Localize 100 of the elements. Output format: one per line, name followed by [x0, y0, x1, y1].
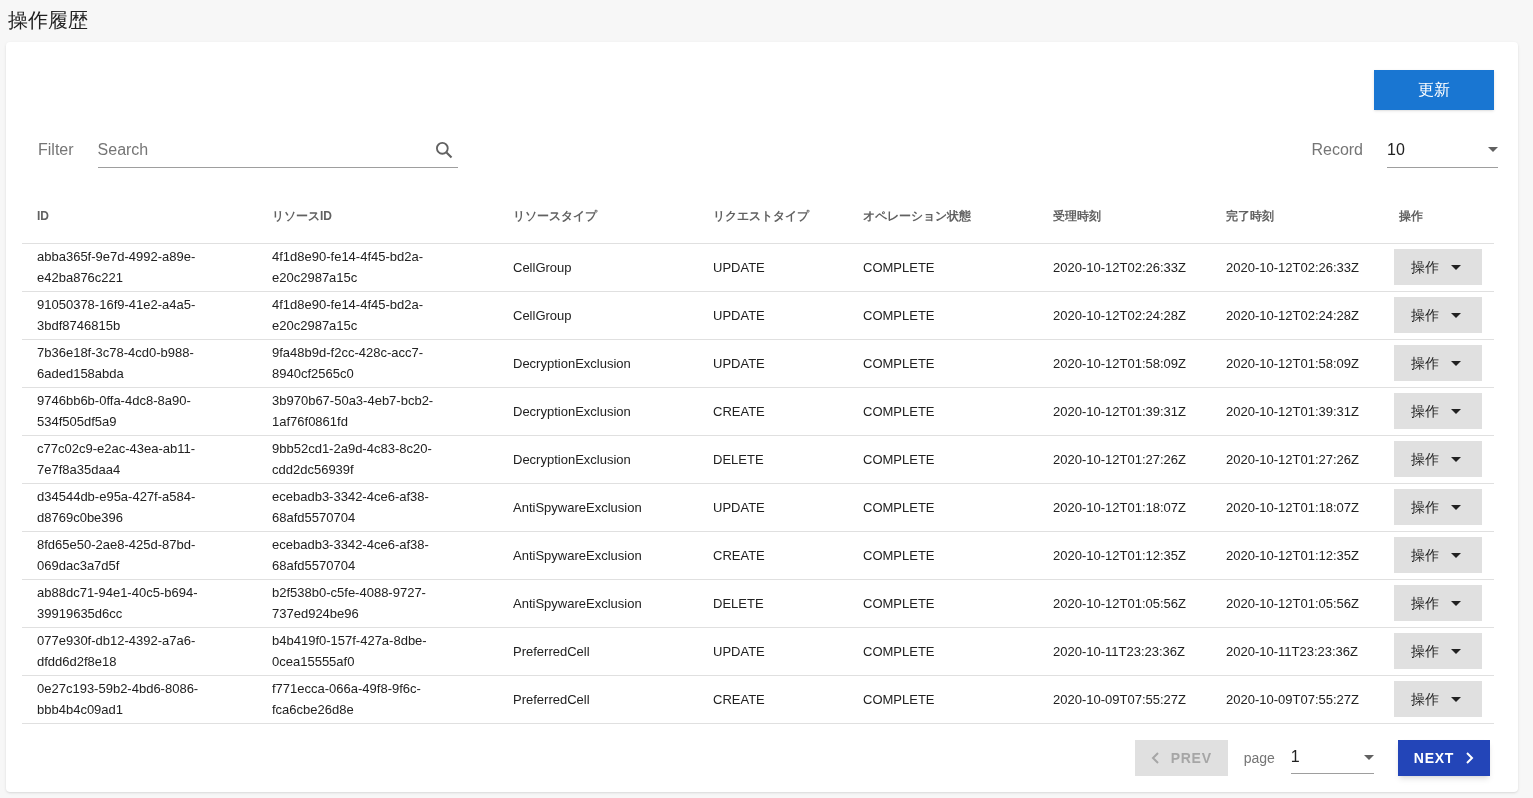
table-cell: 91050378-16f9-41e2-a4a5-3bdf8746815b	[37, 297, 196, 333]
record-select[interactable]: 10	[1387, 132, 1498, 168]
action-menu-button[interactable]: 操作	[1394, 537, 1482, 573]
table-cell: COMPLETE	[863, 595, 935, 611]
table-cell: 9bb52cd1-2a9d-4c83-8c20-cdd2dc56939f	[272, 441, 432, 477]
action-menu-button[interactable]: 操作	[1394, 345, 1482, 381]
action-menu-button[interactable]: 操作	[1394, 585, 1482, 621]
next-button[interactable]: NEXT	[1397, 739, 1490, 776]
table-cell: CellGroup	[513, 259, 572, 275]
table-cell: CREATE	[713, 691, 765, 707]
page-label: page	[1243, 748, 1275, 768]
table-cell: 2020-10-12T01:12:35Z	[1053, 547, 1186, 563]
table-cell: b4b419f0-157f-427a-8dbe-0cea15555af0	[272, 633, 427, 669]
page-select[interactable]: 1	[1290, 741, 1374, 774]
caret-icon	[1451, 360, 1461, 366]
table-cell: 2020-10-12T01:05:56Z	[1053, 595, 1186, 611]
search-field[interactable]: Search	[97, 132, 458, 168]
caret-icon	[1451, 264, 1461, 270]
table-cell: UPDATE	[713, 259, 765, 275]
table-cell: CREATE	[713, 547, 765, 563]
table-cell: COMPLETE	[863, 643, 935, 659]
caret-icon	[1451, 552, 1461, 558]
action-menu-button[interactable]: 操作	[1394, 441, 1482, 477]
table-cell: 4f1d8e90-fe14-4f45-bd2a-e20c2987a15c	[272, 297, 424, 333]
table-cell: UPDATE	[713, 355, 765, 371]
table-cell: COMPLETE	[863, 403, 935, 419]
page-title: 操作履歴	[7, 8, 89, 33]
column-header: リソースID	[272, 208, 332, 223]
table-cell: AntiSpywareExclusion	[513, 595, 642, 611]
table-cell: ecebadb3-3342-4ce6-af38-68afd5570704	[272, 489, 429, 525]
column-header: 操作	[1399, 208, 1423, 223]
table-cell: CREATE	[713, 403, 765, 419]
caret-icon	[1488, 147, 1498, 152]
table-cell: COMPLETE	[863, 259, 935, 275]
table-cell: 4f1d8e90-fe14-4f45-bd2a-e20c2987a15c	[272, 249, 424, 285]
table-cell: 2020-10-12T01:12:35Z	[1226, 547, 1359, 563]
table-cell: COMPLETE	[863, 499, 935, 515]
table-cell: PreferredCell	[513, 643, 590, 659]
table-cell: COMPLETE	[863, 355, 935, 371]
table-cell: 9fa48b9d-f2cc-428c-acc7-8940cf2565c0	[272, 345, 424, 381]
table-cell: abba365f-9e7d-4992-a89e-e42ba876c221	[37, 249, 196, 285]
table-cell: 7b36e18f-3c78-4cd0-b988-6aded158abda	[37, 345, 194, 381]
table-cell: CellGroup	[513, 307, 572, 323]
table-cell: COMPLETE	[863, 451, 935, 467]
table-cell: d34544db-e95a-427f-a584-d8769c0be396	[37, 489, 196, 525]
table-cell: 2020-10-12T01:58:09Z	[1053, 355, 1186, 371]
table-cell: 2020-10-12T01:05:56Z	[1226, 595, 1359, 611]
table-cell: DecryptionExclusion	[513, 451, 631, 467]
table-cell: c77c02c9-e2ac-43ea-ab11-7e7f8a35daa4	[37, 441, 196, 477]
record-label: Record	[1311, 140, 1363, 160]
table-cell: 2020-10-12T01:27:26Z	[1226, 451, 1359, 467]
table-cell: 2020-10-09T07:55:27Z	[1226, 691, 1359, 707]
table-cell: 0e27c193-59b2-4bd6-8086-bbb4b4c09ad1	[37, 681, 199, 717]
action-menu-button[interactable]: 操作	[1394, 633, 1482, 669]
action-menu-button[interactable]: 操作	[1394, 297, 1482, 333]
chevron-right-icon	[1466, 751, 1474, 764]
table-cell: ab88dc71-94e1-40c5-b694-39919635d6cc	[37, 585, 198, 621]
search-icon	[433, 140, 454, 160]
column-header: 受理時刻	[1053, 208, 1101, 223]
caret-icon	[1451, 312, 1461, 318]
table-cell: 2020-10-11T23:23:36Z	[1053, 643, 1186, 659]
table-cell: ecebadb3-3342-4ce6-af38-68afd5570704	[272, 537, 429, 573]
filter-label: Filter	[38, 140, 74, 160]
caret-icon	[1451, 648, 1461, 654]
caret-icon	[1451, 456, 1461, 462]
table-cell: UPDATE	[713, 643, 765, 659]
table-cell: 2020-10-12T01:18:07Z	[1226, 499, 1359, 515]
table-cell: UPDATE	[713, 499, 765, 515]
table-cell: COMPLETE	[863, 307, 935, 323]
table-cell: 2020-10-12T02:26:33Z	[1226, 259, 1359, 275]
column-header: リクエストタイプ	[713, 208, 809, 223]
table-cell: 2020-10-11T23:23:36Z	[1226, 643, 1359, 659]
column-header: ID	[37, 208, 49, 223]
table-cell: b2f538b0-c5fe-4088-9727-737ed924be96	[272, 585, 426, 621]
table-cell: 2020-10-12T01:39:31Z	[1053, 403, 1186, 419]
table-cell: 2020-10-12T02:26:33Z	[1053, 259, 1186, 275]
action-menu-button[interactable]: 操作	[1394, 489, 1482, 525]
table-cell: PreferredCell	[513, 691, 590, 707]
action-menu-button[interactable]: 操作	[1394, 249, 1482, 285]
table-cell: 2020-10-09T07:55:27Z	[1053, 691, 1186, 707]
table-cell: COMPLETE	[863, 691, 935, 707]
column-header: 完了時刻	[1226, 208, 1274, 223]
table-cell: 9746bb6b-0ffa-4dc8-8a90-534f505df5a9	[37, 393, 191, 429]
table-cell: UPDATE	[713, 307, 765, 323]
table-cell: 2020-10-12T02:24:28Z	[1053, 307, 1186, 323]
table-cell: DELETE	[713, 595, 764, 611]
caret-icon	[1451, 408, 1461, 414]
caret-icon	[1451, 600, 1461, 606]
column-header: オペレーション状態	[863, 208, 971, 223]
table-cell: DELETE	[713, 451, 764, 467]
table-cell: 8fd65e50-2ae8-425d-87bd-069dac3a7d5f	[37, 537, 196, 573]
action-menu-button[interactable]: 操作	[1394, 393, 1482, 429]
table-cell: 2020-10-12T01:27:26Z	[1053, 451, 1186, 467]
table-cell: COMPLETE	[863, 547, 935, 563]
table-cell: 2020-10-12T01:18:07Z	[1053, 499, 1186, 515]
column-header: リソースタイプ	[513, 208, 597, 223]
action-menu-button[interactable]: 操作	[1394, 681, 1482, 717]
refresh-button[interactable]: 更新	[1374, 70, 1494, 110]
table-cell: 2020-10-12T01:58:09Z	[1226, 355, 1359, 371]
table-cell: 3b970b67-50a3-4eb7-bcb2-1af76f0861fd	[272, 393, 434, 429]
